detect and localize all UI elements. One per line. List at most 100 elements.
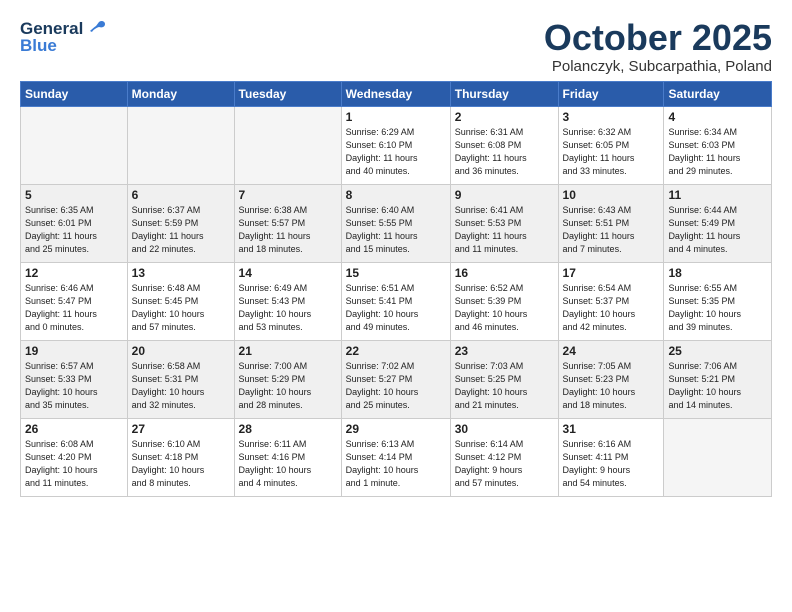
day-number: 31 [563,422,660,436]
day-number: 18 [668,266,767,280]
day-info: Sunrise: 6:51 AMSunset: 5:41 PMDaylight:… [346,282,446,334]
calendar-day-cell: 7 Sunrise: 6:38 AMSunset: 5:57 PMDaylight… [234,184,341,262]
calendar-day-cell: 13 Sunrise: 6:48 AMSunset: 5:45 PMDayligh… [127,262,234,340]
calendar-day-cell: 3Sunrise: 6:32 AMSunset: 6:05 PMDaylight… [558,106,664,184]
calendar-day-cell: 29Sunrise: 6:13 AMSunset: 4:14 PMDayligh… [341,418,450,496]
day-number: 3 [563,110,660,124]
day-number: 7 [239,188,337,202]
calendar-week-row: 5 Sunrise: 6:35 AMSunset: 6:01 PMDaylight… [21,184,772,262]
day-info: Sunrise: 7:03 AMSunset: 5:25 PMDaylight:… [455,360,554,412]
calendar-day-cell: 16Sunrise: 6:52 AMSunset: 5:39 PMDayligh… [450,262,558,340]
logo-blue: Blue [20,36,57,56]
day-number: 21 [239,344,337,358]
day-info: Sunrise: 6:49 AMSunset: 5:43 PMDaylight:… [239,282,337,334]
day-info: Sunrise: 6:11 AMSunset: 4:16 PMDaylight:… [239,438,337,490]
day-info: Sunrise: 6:48 AMSunset: 5:45 PMDaylight:… [132,282,230,334]
col-thursday: Thursday [450,81,558,106]
day-number: 17 [563,266,660,280]
calendar-day-cell: 10Sunrise: 6:43 AMSunset: 5:51 PMDayligh… [558,184,664,262]
day-number: 22 [346,344,446,358]
day-number: 20 [132,344,230,358]
calendar-day-cell: 4 Sunrise: 6:34 AMSunset: 6:03 PMDaylight… [664,106,772,184]
day-number: 1 [346,110,446,124]
location-subtitle: Polanczyk, Subcarpathia, Poland [544,58,772,75]
calendar-day-cell: 12 Sunrise: 6:46 AMSunset: 5:47 PMDayligh… [21,262,128,340]
calendar-day-cell: 21 Sunrise: 7:00 AMSunset: 5:29 PMDayligh… [234,340,341,418]
calendar-day-cell: 9 Sunrise: 6:41 AMSunset: 5:53 PMDaylight… [450,184,558,262]
logo: General Blue [20,18,107,56]
day-number: 27 [132,422,230,436]
calendar-table: Sunday Monday Tuesday Wednesday Thursday… [20,81,772,497]
day-number: 2 [455,110,554,124]
day-info: Sunrise: 6:40 AMSunset: 5:55 PMDaylight:… [346,204,446,256]
calendar-header-row: Sunday Monday Tuesday Wednesday Thursday… [21,81,772,106]
calendar-day-cell: 30Sunrise: 6:14 AMSunset: 4:12 PMDayligh… [450,418,558,496]
calendar-day-cell: 6 Sunrise: 6:37 AMSunset: 5:59 PMDaylight… [127,184,234,262]
day-info: Sunrise: 7:06 AMSunset: 5:21 PMDaylight:… [668,360,767,412]
calendar-day-cell: 19 Sunrise: 6:57 AMSunset: 5:33 PMDayligh… [21,340,128,418]
header: General Blue October 2025 Polanczyk, Sub… [20,18,772,75]
calendar-week-row: 26 Sunrise: 6:08 AMSunset: 4:20 PMDayligh… [21,418,772,496]
calendar-day-cell: 24Sunrise: 7:05 AMSunset: 5:23 PMDayligh… [558,340,664,418]
day-info: Sunrise: 6:54 AMSunset: 5:37 PMDaylight:… [563,282,660,334]
day-info: Sunrise: 6:13 AMSunset: 4:14 PMDaylight:… [346,438,446,490]
day-number: 23 [455,344,554,358]
calendar-day-cell: 23 Sunrise: 7:03 AMSunset: 5:25 PMDayligh… [450,340,558,418]
calendar-day-cell: 20Sunrise: 6:58 AMSunset: 5:31 PMDayligh… [127,340,234,418]
day-number: 9 [455,188,554,202]
calendar-day-cell [234,106,341,184]
day-info: Sunrise: 6:46 AMSunset: 5:47 PMDaylight:… [25,282,123,334]
calendar-day-cell: 8 Sunrise: 6:40 AMSunset: 5:55 PMDaylight… [341,184,450,262]
day-number: 10 [563,188,660,202]
day-info: Sunrise: 7:05 AMSunset: 5:23 PMDaylight:… [563,360,660,412]
day-info: Sunrise: 6:08 AMSunset: 4:20 PMDaylight:… [25,438,123,490]
day-number: 30 [455,422,554,436]
calendar-week-row: 12 Sunrise: 6:46 AMSunset: 5:47 PMDayligh… [21,262,772,340]
col-friday: Friday [558,81,664,106]
day-number: 11 [668,188,767,202]
day-number: 13 [132,266,230,280]
calendar-week-row: 19 Sunrise: 6:57 AMSunset: 5:33 PMDayligh… [21,340,772,418]
day-info: Sunrise: 6:57 AMSunset: 5:33 PMDaylight:… [25,360,123,412]
calendar-day-cell [664,418,772,496]
calendar-day-cell: 5 Sunrise: 6:35 AMSunset: 6:01 PMDaylight… [21,184,128,262]
calendar-day-cell: 31 Sunrise: 6:16 AMSunset: 4:11 PMDayligh… [558,418,664,496]
logo-bird-icon [85,18,107,40]
day-info: Sunrise: 6:55 AMSunset: 5:35 PMDaylight:… [668,282,767,334]
day-number: 6 [132,188,230,202]
day-info: Sunrise: 6:41 AMSunset: 5:53 PMDaylight:… [455,204,554,256]
calendar-day-cell: 22 Sunrise: 7:02 AMSunset: 5:27 PMDayligh… [341,340,450,418]
page-container: General Blue October 2025 Polanczyk, Sub… [0,0,792,507]
calendar-day-cell: 14 Sunrise: 6:49 AMSunset: 5:43 PMDayligh… [234,262,341,340]
day-info: Sunrise: 6:37 AMSunset: 5:59 PMDaylight:… [132,204,230,256]
day-number: 12 [25,266,123,280]
day-info: Sunrise: 7:02 AMSunset: 5:27 PMDaylight:… [346,360,446,412]
day-number: 28 [239,422,337,436]
day-number: 19 [25,344,123,358]
day-info: Sunrise: 6:10 AMSunset: 4:18 PMDaylight:… [132,438,230,490]
day-number: 5 [25,188,123,202]
day-info: Sunrise: 6:44 AMSunset: 5:49 PMDaylight:… [668,204,767,256]
calendar-day-cell: 28 Sunrise: 6:11 AMSunset: 4:16 PMDayligh… [234,418,341,496]
col-tuesday: Tuesday [234,81,341,106]
day-info: Sunrise: 6:16 AMSunset: 4:11 PMDaylight:… [563,438,660,490]
month-title: October 2025 [544,18,772,58]
day-info: Sunrise: 7:00 AMSunset: 5:29 PMDaylight:… [239,360,337,412]
day-info: Sunrise: 6:52 AMSunset: 5:39 PMDaylight:… [455,282,554,334]
day-info: Sunrise: 6:38 AMSunset: 5:57 PMDaylight:… [239,204,337,256]
calendar-day-cell [127,106,234,184]
calendar-day-cell: 1 Sunrise: 6:29 AMSunset: 6:10 PMDaylight… [341,106,450,184]
day-number: 4 [668,110,767,124]
calendar-day-cell: 25Sunrise: 7:06 AMSunset: 5:21 PMDayligh… [664,340,772,418]
day-info: Sunrise: 6:31 AMSunset: 6:08 PMDaylight:… [455,126,554,178]
day-info: Sunrise: 6:29 AMSunset: 6:10 PMDaylight:… [346,126,446,178]
calendar-day-cell: 2 Sunrise: 6:31 AMSunset: 6:08 PMDaylight… [450,106,558,184]
calendar-day-cell: 15Sunrise: 6:51 AMSunset: 5:41 PMDayligh… [341,262,450,340]
calendar-day-cell: 11 Sunrise: 6:44 AMSunset: 5:49 PMDayligh… [664,184,772,262]
day-number: 14 [239,266,337,280]
day-info: Sunrise: 6:34 AMSunset: 6:03 PMDaylight:… [668,126,767,178]
day-number: 8 [346,188,446,202]
col-sunday: Sunday [21,81,128,106]
day-number: 26 [25,422,123,436]
day-info: Sunrise: 6:35 AMSunset: 6:01 PMDaylight:… [25,204,123,256]
